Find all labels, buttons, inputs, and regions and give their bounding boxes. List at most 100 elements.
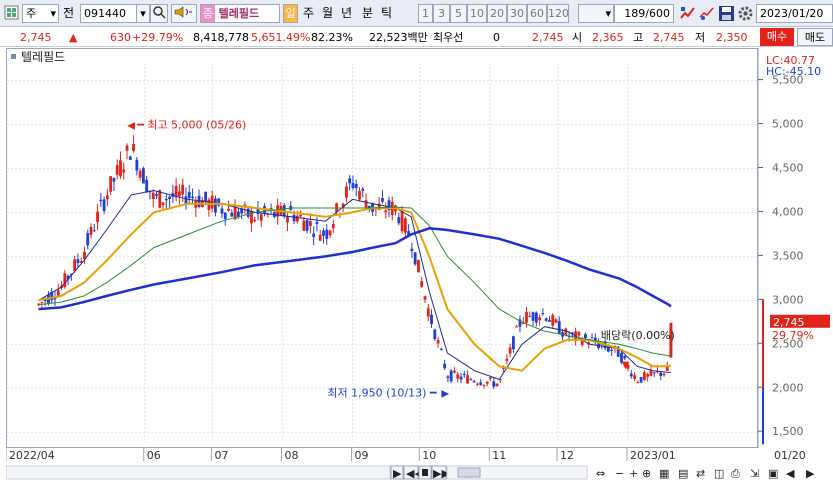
- candle-body: [548, 319, 551, 322]
- candle-body: [400, 211, 404, 232]
- candle-body: [413, 252, 417, 265]
- candle-body: [639, 377, 643, 383]
- candle-body: [364, 200, 368, 208]
- candle-body: [155, 194, 158, 196]
- low-arrow-icon: ▶: [441, 389, 449, 400]
- candle-body: [495, 383, 499, 387]
- interval-button-3[interactable]: 3: [433, 4, 450, 23]
- zoom-fit-icon[interactable]: ⇔: [596, 467, 605, 480]
- low-price: 2,350: [716, 31, 748, 44]
- sell-button[interactable]: 매도: [797, 28, 833, 46]
- interval-button-5[interactable]: 5: [450, 4, 467, 23]
- trend-tool-icon[interactable]: [698, 5, 715, 22]
- candle-body: [230, 212, 234, 217]
- candle-body: [541, 313, 545, 315]
- period-tick-button[interactable]: 틱: [381, 4, 392, 23]
- nav-left-icon[interactable]: ◀: [786, 467, 795, 480]
- candle-body: [633, 375, 636, 379]
- turnover-pct: 82.23%: [311, 31, 353, 44]
- zoom-thumb[interactable]: [457, 467, 481, 478]
- interval-button-120[interactable]: 120: [547, 4, 569, 23]
- layout-icon[interactable]: ◫: [714, 467, 724, 480]
- speaker-button[interactable]: [171, 4, 197, 23]
- candle-body: [410, 248, 414, 252]
- candle-body: [223, 212, 227, 220]
- scroll-track[interactable]: [5, 465, 391, 480]
- y-tick-label: 1,500: [772, 425, 804, 438]
- export-icon[interactable]: ⇲: [750, 467, 759, 480]
- period-year-button[interactable]: 년: [341, 4, 352, 23]
- stock-name-box[interactable]: 종 텔레필드: [200, 4, 280, 23]
- candle-body: [538, 317, 542, 321]
- candle-body: [151, 192, 155, 200]
- period-day-button[interactable]: 일: [283, 4, 298, 23]
- nav-right-icon[interactable]: ▶: [806, 467, 815, 480]
- chart-title: 텔레필드: [21, 50, 65, 64]
- x-tick-label: 06: [147, 449, 161, 462]
- candle-body: [508, 347, 512, 354]
- price-chart[interactable]: 텔레필드 ◀ ━ 최고 5,000 (05/26) 최저 1,950 (10/13) …: [6, 48, 759, 448]
- candle-body: [420, 281, 424, 287]
- toolbar: 주 ▾ 전 091440 ▾ 종 텔레필드 일 주 월 년 분 틱 1 3 5 10 2…: [0, 0, 833, 27]
- menu-grid-icon[interactable]: [4, 5, 19, 20]
- interval-spin[interactable]: ▾: [578, 4, 614, 23]
- stock-name: 텔레필드: [218, 7, 260, 20]
- candle-body: [161, 202, 165, 205]
- chart-tool-icon[interactable]: [679, 5, 696, 22]
- crosshair-icon[interactable]: ⊕: [642, 467, 651, 480]
- save-icon[interactable]: [718, 5, 735, 22]
- candle-body: [577, 331, 581, 336]
- interval-button-1[interactable]: 1: [418, 4, 433, 23]
- candle-body: [403, 218, 407, 233]
- candle-body: [204, 191, 208, 202]
- candle-body: [138, 170, 142, 178]
- chart-svg: 텔레필드 ◀ ━ 최고 5,000 (05/26) 최저 1,950 (10/13) …: [6, 50, 759, 441]
- rewind-icon: ▶: [393, 467, 402, 480]
- candle-body: [191, 196, 194, 198]
- candle-body: [479, 382, 483, 385]
- candle-body: [531, 312, 535, 321]
- y-tick-label: 5,000: [772, 118, 804, 131]
- period-month-button[interactable]: 월: [322, 4, 333, 23]
- candle-body: [456, 374, 460, 379]
- print-icon[interactable]: ⎙: [731, 467, 740, 480]
- range-bar-down: [762, 387, 764, 445]
- count-input[interactable]: 189/600: [614, 4, 674, 23]
- zoom-in-icon[interactable]: +: [629, 467, 638, 480]
- current-price: 2,745: [20, 31, 52, 44]
- candle-body: [557, 321, 561, 334]
- compare-icon[interactable]: ⇄: [696, 467, 705, 480]
- candle-body: [354, 183, 358, 189]
- zoom-out-icon[interactable]: −: [615, 467, 624, 480]
- settings-icon[interactable]: [737, 5, 754, 22]
- candle-body: [544, 318, 548, 321]
- calendar-icon[interactable]: ▣: [768, 467, 778, 480]
- y-tick-label: 5,500: [772, 74, 804, 87]
- grid-icon[interactable]: ▦: [659, 467, 669, 480]
- interval-button-20[interactable]: 20: [487, 4, 507, 23]
- table-icon[interactable]: ▤: [678, 467, 688, 480]
- date-input[interactable]: 2023/01/20: [756, 4, 833, 23]
- candle-body: [351, 183, 355, 188]
- candle-body: [449, 370, 453, 382]
- interval-button-30[interactable]: 30: [507, 4, 527, 23]
- x-tick-label: 08: [285, 449, 299, 462]
- period-week-button[interactable]: 주: [303, 4, 314, 23]
- change-value: 630: [110, 31, 131, 44]
- chart-controls: ▶ ◀◀ ▶▶ ⇔ − + ⊕ ▦ ▤ ⇄ ◫ ⎙ ⇲ ▣ ◀ ▶: [5, 464, 828, 484]
- low-annotation: 최저 1,950 (10/13) ━: [327, 387, 437, 400]
- code-dropdown-button[interactable]: ▾: [136, 4, 150, 23]
- candle-body: [207, 199, 211, 210]
- period-min-button[interactable]: 분: [362, 4, 373, 23]
- candle-body: [505, 358, 509, 361]
- market-mode-select[interactable]: 주 ▾: [22, 4, 59, 23]
- interval-button-10[interactable]: 10: [467, 4, 487, 23]
- play-controls[interactable]: ▶ ◀◀ ▶▶ ⇔ − + ⊕ ▦ ▤ ⇄ ◫ ⎙ ⇲ ▣ ◀ ▶: [390, 465, 815, 480]
- range-bar-up: [762, 299, 764, 388]
- search-button[interactable]: [150, 4, 168, 23]
- candle-body: [662, 373, 666, 376]
- buy-button[interactable]: 매수: [760, 28, 794, 46]
- interval-button-60[interactable]: 60: [527, 4, 547, 23]
- candle-body: [659, 372, 663, 377]
- candle-body: [475, 383, 479, 385]
